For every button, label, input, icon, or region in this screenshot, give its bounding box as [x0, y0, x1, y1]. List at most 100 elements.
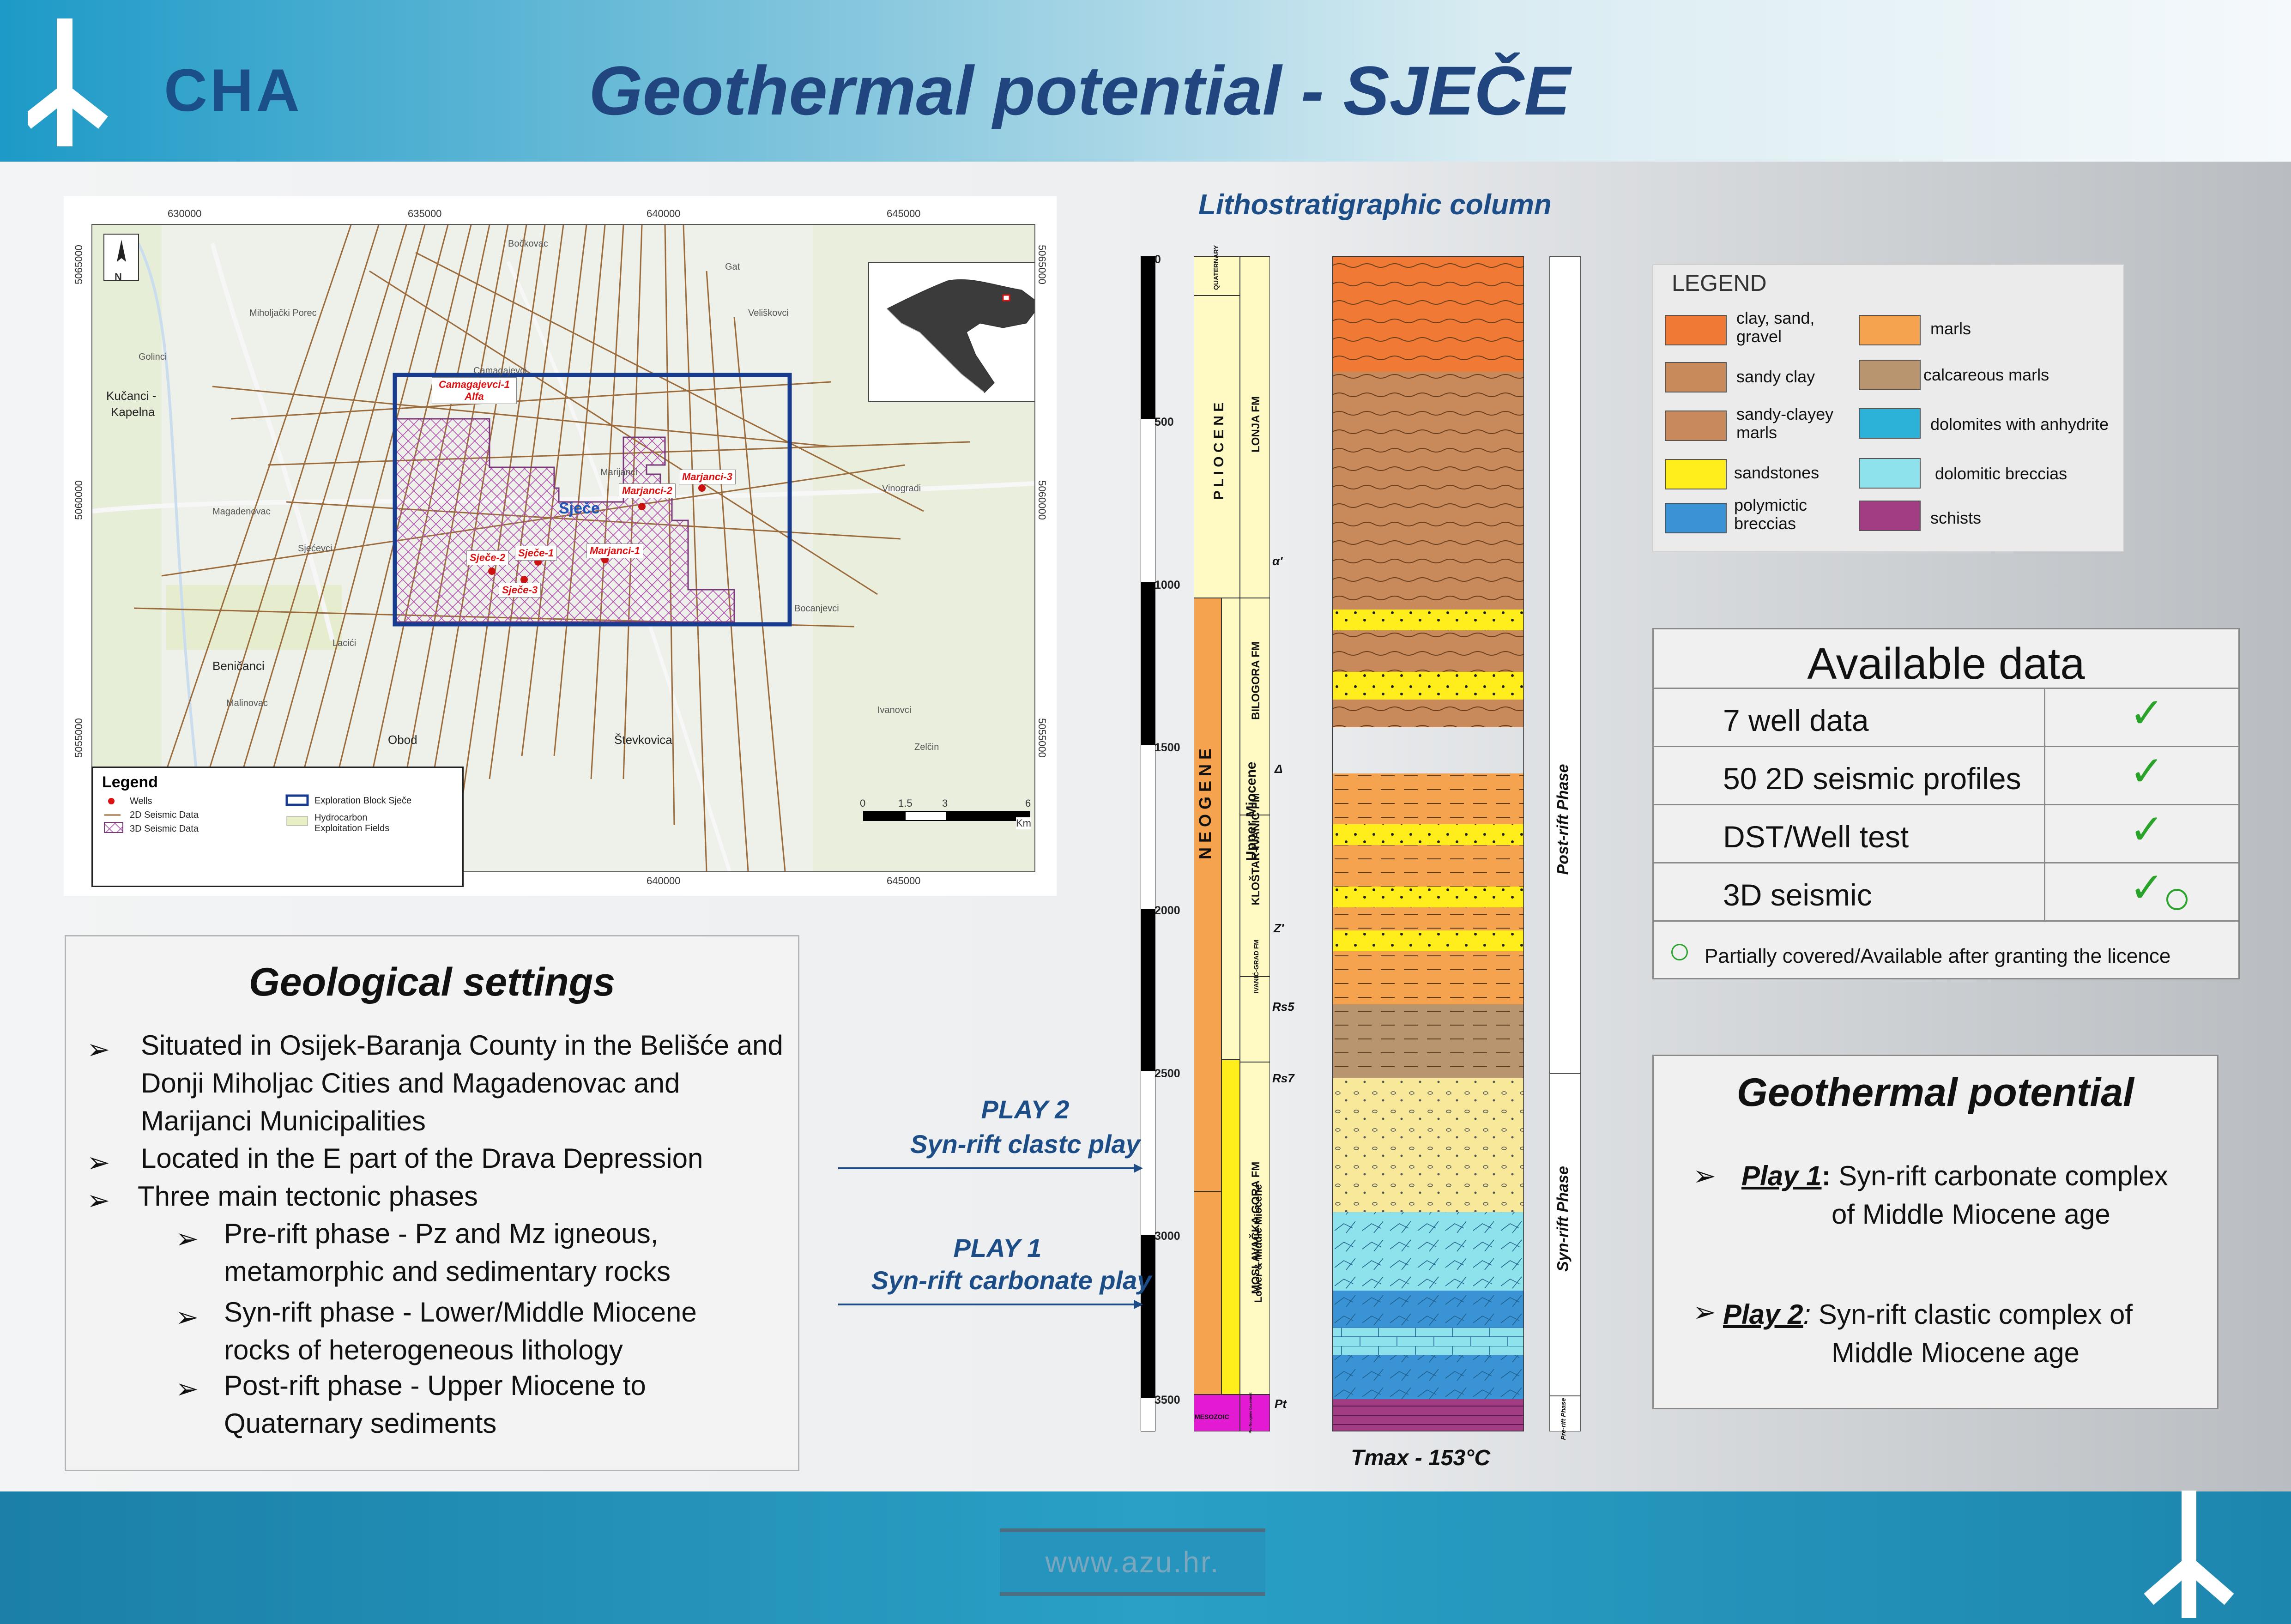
well-label[interactable]: Sječe-3 [499, 583, 541, 598]
depth-label: 1000 [1155, 579, 1180, 592]
marker-rs5: Rs5 [1272, 1000, 1294, 1014]
org-name: CHA [164, 56, 302, 124]
depth-label: 0 [1155, 253, 1161, 266]
legend-label: clay, sand, gravel [1736, 308, 1815, 346]
scale-unit: Km [1016, 817, 1031, 829]
unit-bilogora-fm: BILOGORA FM [1250, 641, 1262, 720]
legend-label: dolomitic breccias [1935, 464, 2067, 483]
map-legend-block: Exploration Block Sječe [314, 796, 412, 806]
town-label: Ivanovci [877, 705, 912, 715]
town-label: Kapelna [111, 405, 155, 419]
map-coord-top: 645000 [887, 208, 921, 219]
town-label: Bocanjevci [794, 604, 839, 614]
data-row: 7 well data ✓ [1654, 688, 2238, 747]
arrow-bullet-icon: ➢ [175, 1223, 199, 1254]
town-label: Lacići [332, 638, 357, 648]
town-label: Števkovica [614, 733, 672, 747]
data-note-row: Partially covered/Available after granti… [1654, 920, 2238, 978]
well-label[interactable]: Marjanci-1 [586, 543, 643, 558]
swatch-sandy-clay [1665, 362, 1727, 392]
well-label[interactable]: Marjanci-3 [679, 470, 736, 484]
phase-post-rift: Post-rift Phase [1554, 764, 1572, 875]
well-label[interactable]: Sječe-1 [515, 546, 557, 561]
swatch-dolomites-anhydrite [1859, 408, 1921, 439]
map-coord-bottom: 640000 [647, 875, 681, 887]
town-label: Miholjački Porec [249, 308, 317, 318]
data-row: 3D seismic ✓ [1654, 862, 2238, 922]
play1-colon: : [1821, 1160, 1831, 1191]
swatch-schists [1859, 501, 1921, 531]
legend-label: sandy-clayey marls [1736, 404, 1834, 442]
geo-bullet: Pre-rift phase - Pz and Mz igneous, [224, 1218, 659, 1249]
page-title: Geothermal potential - SJEČE [589, 52, 1571, 129]
well-label[interactable]: Camagajevci-1 Alfa [432, 377, 517, 404]
swatch-marls [1859, 315, 1921, 345]
geo-bullet: Post-rift phase - Upper Miocene to [224, 1370, 646, 1401]
depth-label: 2000 [1155, 904, 1180, 917]
unit-quaternary: QUATERNARY [1212, 245, 1220, 290]
legend-label: calcareous marls [1923, 365, 2049, 384]
play2-line2: Middle Miocene age [1832, 1337, 2079, 1368]
depth-scale [1141, 256, 1155, 1431]
legend-label: sandy clay [1736, 367, 1815, 386]
arrow-bullet-icon: ➢ [87, 1034, 110, 1065]
unit-pliocene: P L I O C E N E [1211, 402, 1227, 500]
play2-text: Play 2: Syn-rift clastic complex of [1723, 1298, 2133, 1330]
map-coord-left: 5060000 [73, 480, 85, 520]
swatch-calcareous-marls [1859, 360, 1921, 390]
arrow-bullet-icon: ➢ [175, 1373, 199, 1404]
map-coord-left: 5065000 [73, 245, 85, 284]
scale-tick: 6 [1025, 797, 1031, 809]
town-label: Camagajevci [473, 366, 527, 376]
geological-settings-title: Geological settings [248, 960, 616, 1004]
town-label: Golinci [139, 352, 167, 362]
strat-column-title: Lithostratigraphic column [1198, 189, 1552, 221]
footer-url[interactable]: www.azu.hr. [1000, 1545, 1265, 1579]
geo-bullet: metamorphic and sedimentary rocks [224, 1256, 671, 1287]
block-label: Sječe [559, 500, 600, 517]
map-legend-wells: Wells [130, 796, 152, 806]
phase-syn-rift: Syn-rift Phase [1554, 1166, 1572, 1272]
data-row: 50 2D seismic profiles ✓ [1654, 746, 2238, 805]
footer-url-box[interactable]: www.azu.hr. [1000, 1528, 1265, 1596]
well-label[interactable]: Sječe-2 [466, 550, 509, 565]
town-label: Zelčin [914, 742, 939, 752]
data-row-label: 7 well data [1723, 703, 1869, 737]
play2-label: Play 2 [1723, 1299, 1803, 1330]
geo-bullet: Marijanci Municipalities [141, 1105, 426, 1136]
map-legend-fields: Hydrocarbon [314, 813, 368, 823]
north-label: N [115, 271, 122, 283]
depth-label: 3500 [1155, 1394, 1180, 1407]
map-legend-2d: 2D Seismic Data [130, 810, 199, 820]
geo-bullet: Located in the E part of the Drava Depre… [141, 1143, 703, 1174]
arrow-bullet-icon: ➢ [175, 1302, 199, 1333]
unit-moslavacka-fm: MOSLAVAČKA GORA FM [1250, 1161, 1262, 1294]
town-label: Sjećevci [298, 543, 332, 554]
play1-line1: Syn-rift carbonate complex [1831, 1160, 2168, 1191]
marker-alpha: α' [1272, 554, 1283, 568]
geo-bullet: Syn-rift phase - Lower/Middle Miocene [224, 1297, 697, 1328]
marker-rs7: Rs7 [1272, 1071, 1294, 1085]
play2-subtitle: Syn-rift clastc play [910, 1129, 1140, 1159]
play2-colon: : [1803, 1299, 1811, 1330]
map-coord-bottom: 645000 [887, 875, 921, 887]
town-label: Malinovac [226, 698, 268, 708]
depth-label: 3000 [1155, 1230, 1180, 1243]
play2-arrow [838, 1164, 1143, 1173]
arrow-bullet-icon: ➢ [87, 1185, 110, 1216]
marker-pt: Pt [1275, 1397, 1287, 1411]
arrow-bullet-icon: ➢ [87, 1147, 110, 1178]
depth-label: 1500 [1155, 741, 1180, 754]
check-icon: ✓ [2129, 865, 2164, 911]
legend-label: polymictic breccias [1734, 495, 1807, 533]
town-label: Gat [725, 262, 740, 272]
town-label: Magadenovac [212, 507, 271, 517]
lithology-legend: LEGEND clay, sand, gravel marls sandy cl… [1652, 264, 2124, 552]
map-legend-fields: Exploitation Fields [314, 823, 390, 833]
phase-pre-rift: Pre-rift Phase [1560, 1398, 1567, 1440]
swatch-dolomitic-breccias [1859, 458, 1921, 489]
check-icon: ✓ [2129, 690, 2164, 737]
well-label[interactable]: Marjanci-2 [619, 483, 676, 498]
geo-bullet: Quaternary sediments [224, 1408, 497, 1439]
scale-tick: 1.5 [898, 797, 913, 809]
